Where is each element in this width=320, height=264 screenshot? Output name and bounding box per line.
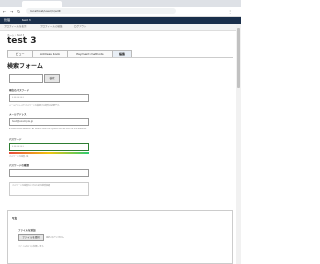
address-bar-row: ← → ↻ localhost/user/1/edit ⋮: [0, 7, 241, 17]
page-scrollbar[interactable]: [236, 24, 241, 264]
admin-toolbar: 管理 test 3: [0, 17, 241, 24]
current-password-field[interactable]: ••••••••: [9, 94, 89, 102]
email-desc: A valid email address. All emails from t…: [9, 128, 87, 130]
email-field[interactable]: test@example.jp: [9, 118, 89, 126]
edit-tabs: ビュー Address book Payment methods 編集: [7, 50, 233, 58]
tab-payment-methods[interactable]: Payment methods: [67, 50, 113, 57]
scrollbar-thumb[interactable]: [237, 28, 240, 88]
forward-icon[interactable]: →: [10, 7, 13, 16]
toolbar-user[interactable]: test 3: [22, 17, 31, 24]
no-file-text: 選択されていません: [46, 237, 64, 239]
confirm-password-field[interactable]: [9, 169, 89, 177]
suggestions-box: パスワードの強度を上げるための推奨事項: [9, 182, 89, 196]
tab-view-profile[interactable]: プロフィールを表示: [4, 24, 26, 30]
reload-icon[interactable]: ↻: [17, 7, 20, 16]
toolbar-menu[interactable]: 管理: [4, 17, 10, 24]
page-title: test 3: [7, 36, 37, 46]
current-password-desc: メールアドレスやパスワードを変更する場合は必要です。: [9, 105, 61, 107]
browser-tab-bar: [0, 0, 241, 7]
search-button[interactable]: 検索: [44, 74, 60, 83]
details-summary[interactable]: 写真: [12, 216, 17, 220]
tab-edit[interactable]: 編集: [112, 50, 132, 57]
password-strength-text: パスワードの強度: 強: [9, 156, 29, 158]
tab-logout[interactable]: ログアウト: [74, 24, 87, 30]
password-label: パスワード: [9, 138, 22, 141]
file-hint: ファイルを1つに制限します。: [18, 246, 46, 248]
file-label: ファイルを追加: [18, 229, 36, 232]
photo-details: 写真 ファイルを追加 ファイルを選択 選択されていません ファイルを1つに制限し…: [7, 210, 233, 264]
password-field[interactable]: ••••••••: [9, 143, 89, 151]
tab-view[interactable]: ビュー: [7, 50, 33, 57]
secondary-tabs: プロフィールを表示 プロフィールの編集 ログアウト: [0, 24, 241, 31]
email-label: メールアドレス: [9, 113, 27, 116]
tab-address-book[interactable]: Address book: [32, 50, 68, 57]
search-input[interactable]: [9, 74, 43, 83]
confirm-password-label: パスワードの確認: [9, 164, 30, 167]
password-strength-bar: [9, 152, 89, 154]
suggestions-text: パスワードの強度を上げるための推奨事項: [12, 185, 51, 187]
url-field[interactable]: localhost/user/1/edit: [26, 8, 176, 14]
menu-icon[interactable]: ⋮: [228, 7, 232, 16]
search-heading: 検索フォーム: [7, 63, 43, 70]
choose-file-button[interactable]: ファイルを選択: [18, 234, 44, 241]
current-password-label: 現在のパスワード: [9, 89, 30, 92]
tab-edit-profile[interactable]: プロフィールの編集: [40, 24, 62, 30]
back-icon[interactable]: ←: [3, 7, 6, 16]
